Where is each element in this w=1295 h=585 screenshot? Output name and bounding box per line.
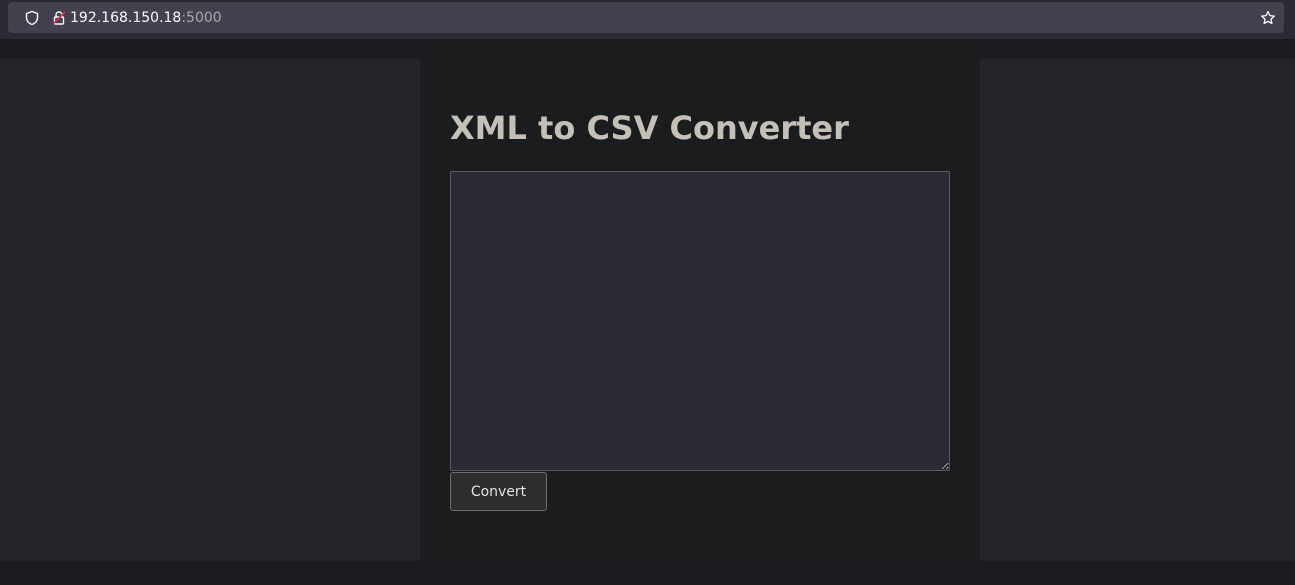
browser-toolbar: 192.168.150.18:5000	[0, 0, 1295, 39]
page-viewport: XML to CSV Converter Convert	[0, 39, 1295, 585]
convert-button[interactable]: Convert	[450, 472, 547, 511]
page-title: XML to CSV Converter	[450, 109, 849, 147]
star-icon[interactable]	[1260, 10, 1276, 26]
xml-input-textarea[interactable]	[450, 171, 950, 471]
lock-icon[interactable]	[51, 10, 67, 26]
url-host: 192.168.150.18	[70, 10, 182, 26]
left-side-panel	[0, 59, 420, 561]
main-container: XML to CSV Converter Convert	[420, 39, 980, 561]
shield-icon[interactable]	[24, 10, 40, 26]
url-port: :5000	[181, 10, 222, 26]
address-bar[interactable]: 192.168.150.18:5000	[8, 2, 1284, 33]
right-side-panel	[980, 59, 1295, 561]
url-text[interactable]: 192.168.150.18:5000	[70, 9, 222, 27]
